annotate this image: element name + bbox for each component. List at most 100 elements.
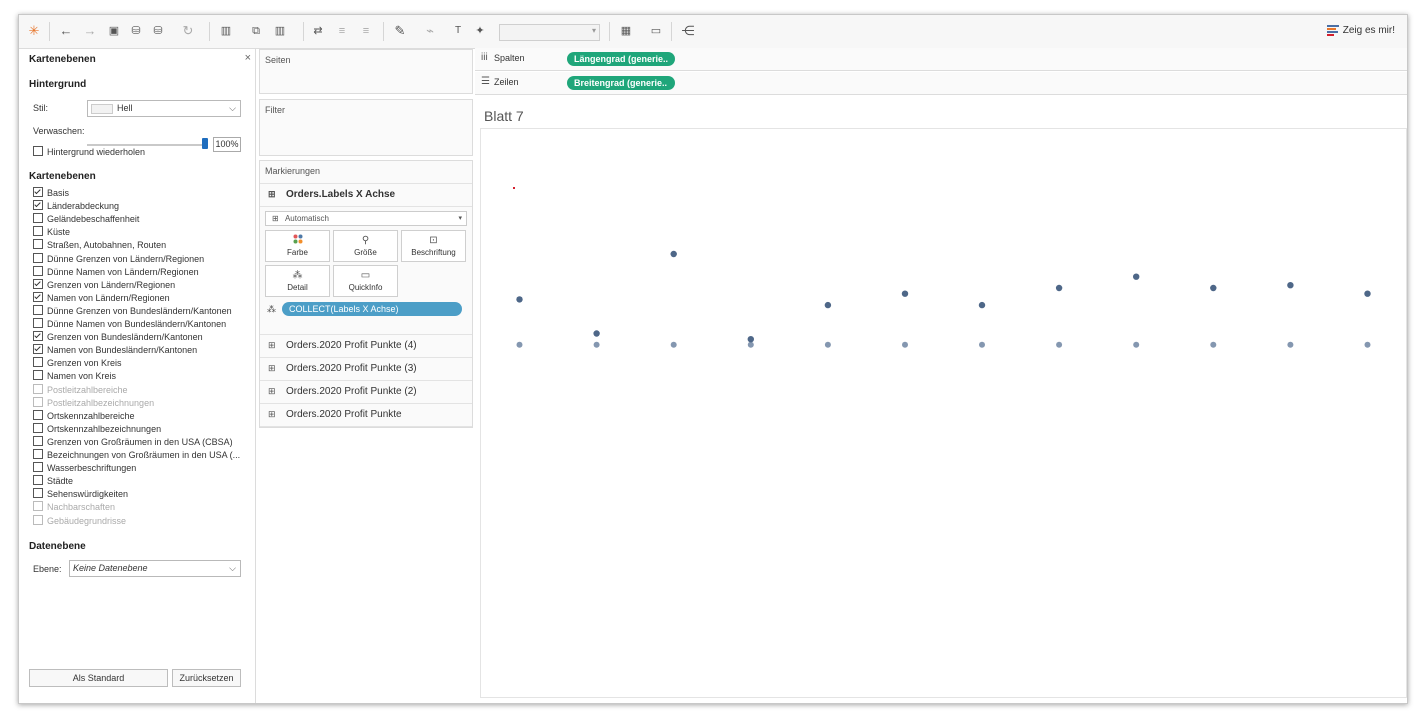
style-select[interactable]: Hell ⌵ [87,100,241,117]
map-layer-checkbox[interactable]: Dünne Namen von Bundesländern/Kantonen [33,318,226,331]
scatter-point[interactable] [824,301,832,309]
map-layer-checkbox[interactable]: Städte [33,475,73,488]
fit-width-select[interactable]: ▾ [499,24,600,41]
map-layer-checkbox[interactable]: Geländebeschaffenheit [33,213,139,226]
share-icon[interactable]: ⋲ [679,23,697,39]
map-layer-checkbox[interactable]: Grenzen von Großräumen in den USA (CBSA) [33,435,233,449]
scatter-point[interactable] [593,341,600,348]
scatter-point[interactable] [516,341,523,348]
checkbox-icon [33,304,43,315]
map-layer-checkbox[interactable]: Grenzen von Bundesländern/Kantonen [33,331,203,344]
wash-slider-handle[interactable] [202,138,208,149]
scatter-point[interactable] [902,341,908,348]
map-layer-checkbox[interactable]: Namen von Kreis [33,370,116,383]
tooltip-button[interactable]: ▭ QuickInfo [333,265,398,297]
scatter-point[interactable] [1133,341,1140,348]
map-layer-checkbox[interactable]: Straßen, Autobahnen, Routen [33,239,166,252]
scatter-point[interactable] [1210,284,1217,292]
map-layer-checkbox[interactable]: Küste [33,226,70,239]
checkbox-icon [33,318,43,328]
visualization-area[interactable] [480,128,1407,698]
map-layer-checkbox[interactable]: Namen von Ländern/Regionen [33,291,170,305]
show-me-button[interactable]: Zeig es mir! [1326,24,1395,37]
save-icon[interactable]: ▣ [105,23,123,39]
chevron-down-icon: ▾ [458,215,462,222]
pin-icon[interactable]: ✦ [471,23,489,39]
scatter-point[interactable] [1133,273,1140,280]
refresh-icon[interactable]: ↻ [179,23,197,39]
sort-asc-icon[interactable]: ≡ [333,23,351,39]
scatter-point[interactable] [1364,341,1371,348]
pages-card[interactable]: Seiten [259,49,473,94]
map-layer-checkbox[interactable]: Dünne Grenzen von Ländern/Regionen [33,252,204,266]
scatter-point[interactable] [747,341,754,348]
color-button[interactable]: Farbe [265,230,330,262]
latitude-pill[interactable]: Breitengrad (generie.. [567,76,675,90]
data-layer-select[interactable]: Keine Datenebene ⌵ [69,560,241,577]
scatter-point[interactable] [1055,284,1063,292]
mark-type-select[interactable]: ⊞ Automatisch ▾ [265,211,467,226]
marks-layer[interactable]: ⊞ Orders.2020 Profit Punkte [260,403,472,427]
marks-layer[interactable]: ⊞ Orders.2020 Profit Punkte (3) [260,357,472,381]
map-layer-checkbox[interactable]: Dünne Namen von Ländern/Regionen [33,265,199,279]
map-layer-checkbox[interactable]: Grenzen von Kreis [33,357,122,370]
map-layer-checkbox[interactable]: Ortskennzahlbezeichnungen [33,422,161,436]
map-layer-checkbox[interactable]: Ortskennzahlbereiche [33,409,135,423]
map-layer-checkbox[interactable]: Sehenswürdigkeiten [33,488,128,501]
label-icon[interactable]: T [449,23,467,39]
sort-desc-icon[interactable]: ≡ [357,23,375,39]
duplicate-icon[interactable]: ⧉ [247,23,265,39]
scatter-point[interactable] [747,336,754,343]
scatter-point[interactable] [1364,290,1371,297]
scatter-point[interactable] [1210,341,1217,348]
fit-icon[interactable]: ▦ [617,23,635,39]
scatter-plot[interactable] [481,129,1406,697]
swap-icon[interactable]: ⇄ [309,23,327,39]
map-layer-icon: ⊞ [268,386,276,396]
set-default-button[interactable]: Als Standard [29,669,168,687]
new-sheet-icon[interactable]: ▥ [217,23,235,39]
filter-card[interactable]: Filter [259,99,473,156]
close-icon[interactable]: × [245,52,251,64]
marks-layer[interactable]: ⊞ Orders.2020 Profit Punkte (2) [260,380,472,404]
collect-field-pill[interactable]: COLLECT(Labels X Achse) [282,302,462,316]
repeat-background-checkbox[interactable]: Hintergrund wiederholen [33,146,145,159]
map-layer-checkbox[interactable]: Basis [33,187,69,200]
size-button[interactable]: ⚲ Größe [333,230,398,262]
highlight-icon[interactable]: ✎ [391,23,409,39]
wash-percent-input[interactable]: 100% [213,137,241,152]
scatter-point[interactable] [1056,341,1063,348]
label-button[interactable]: ⊡ Beschriftung [401,230,466,262]
reset-button[interactable]: Zurücksetzen [172,669,241,687]
tableau-logo-icon[interactable]: ✳ [25,23,43,39]
scatter-point[interactable] [593,330,600,337]
map-layer-checkbox[interactable]: Bezeichnungen von Großräumen in den USA … [33,449,240,462]
scatter-point[interactable] [1287,282,1294,289]
scatter-point[interactable] [824,341,831,348]
detail-button[interactable]: ⁂ Detail [265,265,330,297]
scatter-point[interactable] [1287,341,1294,348]
map-layer-checkbox[interactable]: Namen von Bundesländern/Kantonen [33,344,197,357]
scatter-point[interactable] [670,250,677,258]
cards-column: Seiten Filter Markierungen ⊞ Orders.Label… [259,49,473,703]
scatter-point[interactable] [979,341,985,348]
map-layer-checkbox[interactable]: Länderabdeckung [33,200,119,213]
marks-layer-active[interactable]: ⊞ Orders.Labels X Achse [260,183,472,207]
undo-icon[interactable]: ← [57,23,75,39]
scatter-point[interactable] [516,296,523,303]
scatter-point[interactable] [901,290,909,297]
map-layer-checkbox[interactable]: Grenzen von Ländern/Regionen [33,278,175,292]
new-datasource-icon[interactable]: ⛁ [127,23,145,39]
clear-icon[interactable]: ▥ [271,23,289,39]
presentation-icon[interactable]: ▭ [647,23,665,39]
map-layer-checkbox[interactable]: Wasserbeschriftungen [33,462,136,475]
longitude-pill[interactable]: Längengrad (generie.. [567,52,675,66]
redo-icon[interactable]: → [81,23,99,39]
map-layer-checkbox[interactable]: Dünne Grenzen von Bundesländern/Kantonen [33,304,232,318]
scatter-point[interactable] [670,341,677,348]
chevron-down-icon: ▾ [591,26,596,35]
scatter-point[interactable] [978,301,986,309]
pause-icon[interactable]: ⛁ [149,23,167,39]
marks-layer[interactable]: ⊞ Orders.2020 Profit Punkte (4) [260,334,472,358]
group-icon[interactable]: ⌁ [421,23,439,39]
